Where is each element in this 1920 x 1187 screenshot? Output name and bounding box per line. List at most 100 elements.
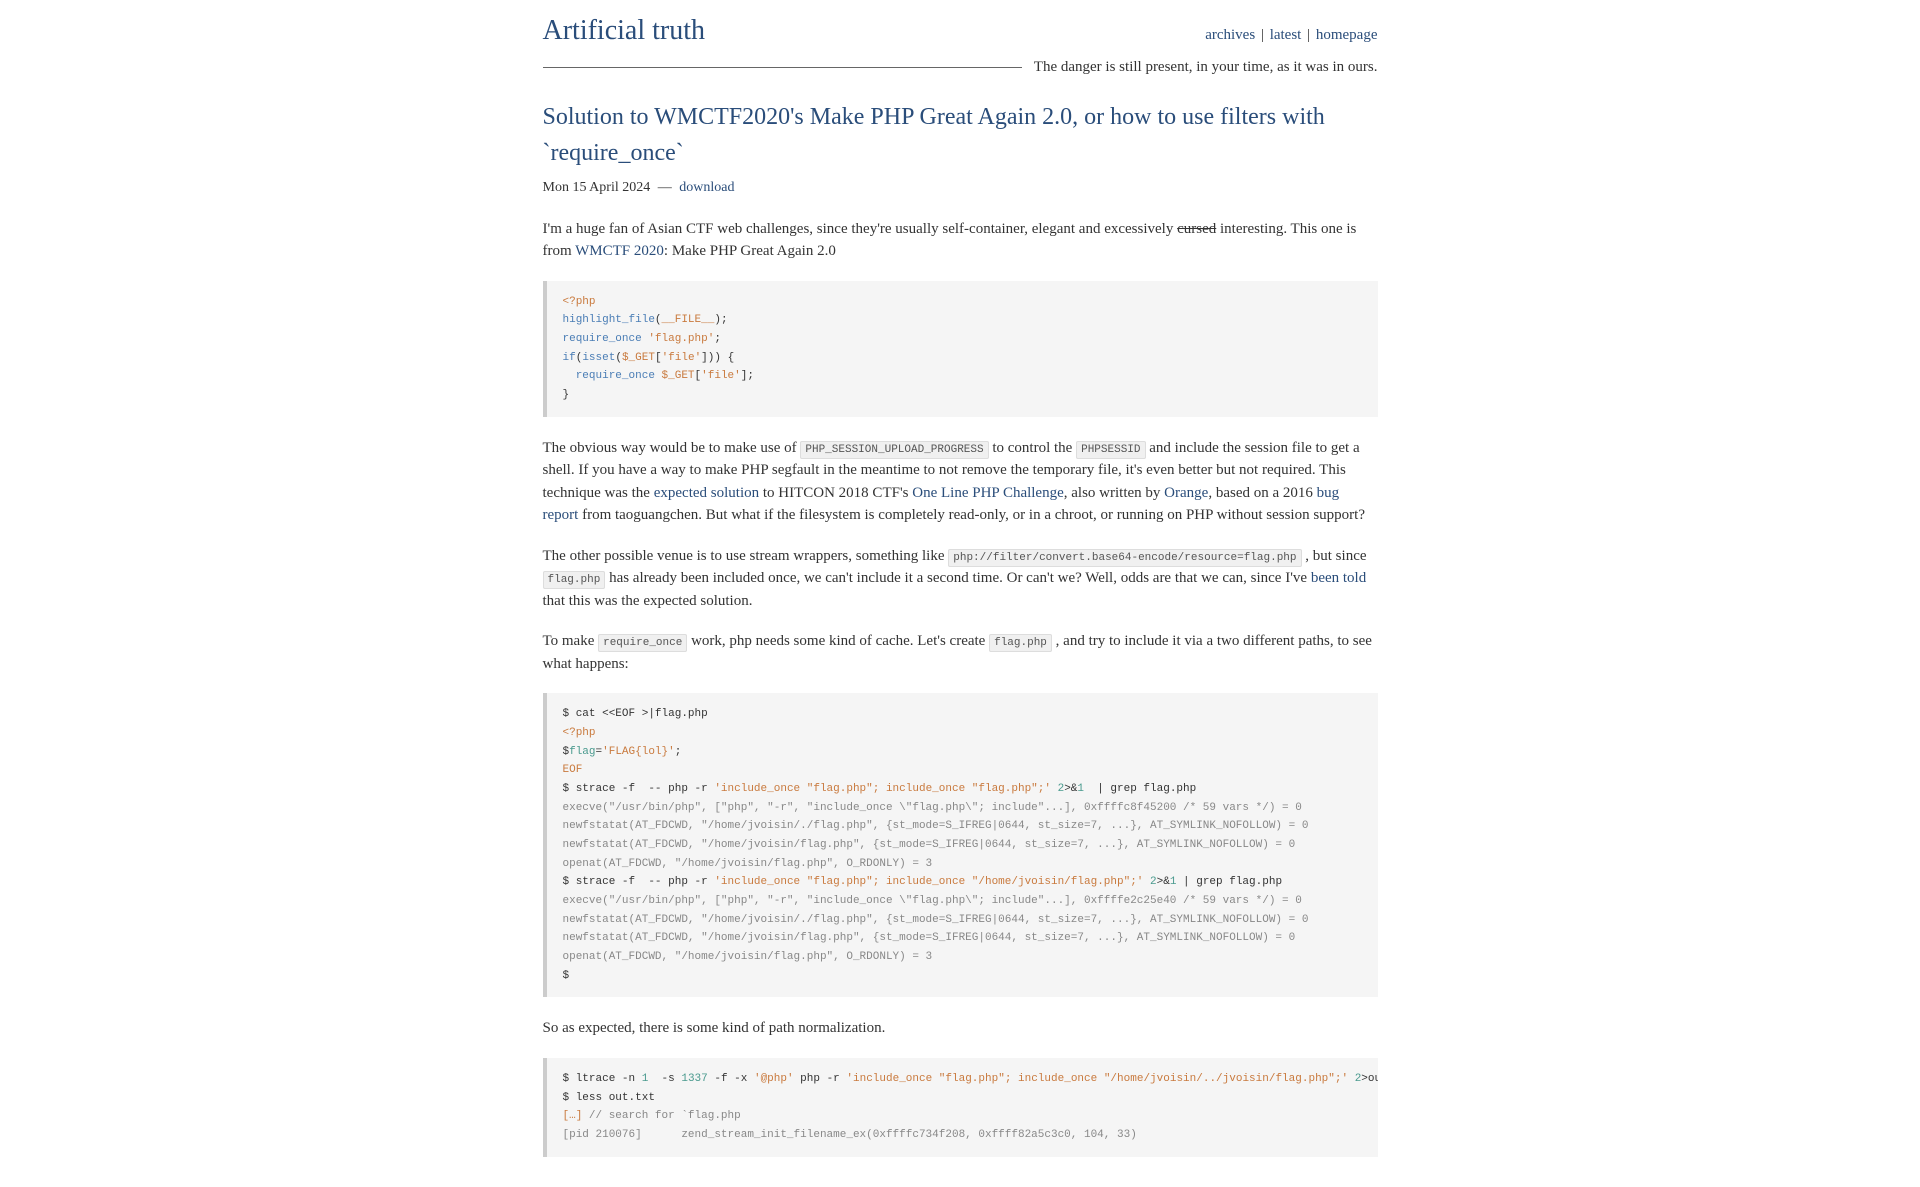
code-token: | grep flag.php	[1084, 783, 1196, 795]
code-token: ;	[714, 333, 721, 345]
code-token: ;	[675, 746, 682, 758]
text: , but since	[1302, 548, 1367, 564]
text: The obvious way would be to make use of	[543, 440, 801, 456]
code-token: >&	[1064, 783, 1077, 795]
top-nav: archives | latest | homepage	[1205, 24, 1377, 47]
code-token: $ cat <<EOF >|flag.php	[563, 708, 708, 720]
code-token: // search for `flag.php	[589, 1110, 741, 1122]
been-told-link[interactable]: been told	[1311, 570, 1366, 586]
code-token: (	[655, 314, 662, 326]
code-token: openat(AT_FDCWD, "/home/jvoisin/flag.php…	[563, 951, 933, 963]
code-token: [	[655, 352, 662, 364]
article-title[interactable]: Solution to WMCTF2020's Make PHP Great A…	[543, 99, 1378, 171]
inline-code: flag.php	[989, 634, 1052, 652]
code-token: 'FLAG{lol}'	[602, 746, 675, 758]
paragraph-normalization: So as expected, there is some kind of pa…	[543, 1017, 1378, 1040]
text: To make	[543, 633, 599, 649]
code-token: $ strace -f -- php -r	[563, 783, 715, 795]
download-link[interactable]: download	[679, 180, 734, 195]
code-block-php: <?php highlight_file(__FILE__); require_…	[543, 281, 1378, 417]
nav-sep: |	[1257, 27, 1268, 43]
paragraph-intro: I'm a huge fan of Asian CTF web challeng…	[543, 218, 1378, 263]
text: to HITCON 2018 CTF's	[759, 485, 912, 501]
code-token: 2	[1143, 876, 1156, 888]
nav-latest[interactable]: latest	[1270, 27, 1302, 43]
text: : Make PHP Great Again 2.0	[664, 243, 836, 259]
text: that this was the expected solution.	[543, 593, 753, 609]
code-token: );	[714, 314, 727, 326]
code-token: >&	[1157, 876, 1170, 888]
inline-code: PHPSESSID	[1076, 441, 1145, 459]
code-token: isset	[582, 352, 615, 364]
code-token: $ strace -f -- php -r	[563, 876, 715, 888]
code-token: […]	[563, 1110, 589, 1122]
code-token: 'file'	[662, 352, 702, 364]
text: , also written by	[1064, 485, 1164, 501]
code-token: 2	[1051, 783, 1064, 795]
code-token: require_once	[563, 333, 642, 345]
code-token: 'flag.php'	[648, 333, 714, 345]
inline-code: PHP_SESSION_UPLOAD_PROGRESS	[800, 441, 988, 459]
article-date: Mon 15 April 2024	[543, 180, 651, 195]
code-token: 'include_once "flag.php"; include_once "…	[714, 876, 1143, 888]
code-token: ])) {	[701, 352, 734, 364]
code-block-strace: $ cat <<EOF >|flag.php <?php $flag='FLAG…	[543, 693, 1378, 997]
text: The other possible venue is to use strea…	[543, 548, 949, 564]
code-token: $ less out.txt	[563, 1092, 655, 1104]
code-token: execve("/usr/bin/php", ["php", "-r", "in…	[563, 802, 1302, 814]
code-token: openat(AT_FDCWD, "/home/jvoisin/flag.php…	[563, 858, 933, 870]
expected-solution-link[interactable]: expected solution	[654, 485, 759, 501]
meta-dash: —	[654, 180, 675, 195]
code-token: -f -x	[708, 1073, 754, 1085]
code-token: <?php	[563, 296, 596, 308]
inline-code: require_once	[598, 634, 687, 652]
code-token: -s	[648, 1073, 681, 1085]
code-token: __FILE__	[662, 314, 715, 326]
code-token: highlight_file	[563, 314, 655, 326]
code-token: require_once	[563, 370, 655, 382]
text: work, php needs some kind of cache. Let'…	[687, 633, 989, 649]
code-token: newfstatat(AT_FDCWD, "/home/jvoisin/./fl…	[563, 914, 1309, 926]
code-token: newfstatat(AT_FDCWD, "/home/jvoisin/flag…	[563, 839, 1296, 851]
paragraph-cache: To make require_once work, php needs som…	[543, 630, 1378, 675]
article-meta: Mon 15 April 2024 — download	[543, 177, 1378, 198]
tagline: The danger is still present, in your tim…	[1034, 56, 1378, 79]
code-token: | grep flag.php	[1176, 876, 1282, 888]
nav-homepage[interactable]: homepage	[1316, 27, 1378, 43]
code-token: }	[563, 389, 570, 401]
text: from taoguangchen. But what if the files…	[578, 507, 1365, 523]
code-token: 'include_once "flag.php"; include_once "…	[846, 1073, 1348, 1085]
code-token: $ ltrace -n	[563, 1073, 642, 1085]
strike-text: cursed	[1177, 221, 1216, 237]
inline-code: flag.php	[543, 571, 606, 589]
code-token: 'file'	[701, 370, 741, 382]
code-token: $_GET	[662, 370, 695, 382]
one-line-php-link[interactable]: One Line PHP Challenge	[912, 485, 1064, 501]
code-token: newfstatat(AT_FDCWD, "/home/jvoisin/./fl…	[563, 820, 1309, 832]
text: , based on a 2016	[1208, 485, 1316, 501]
text: I'm a huge fan of Asian CTF web challeng…	[543, 221, 1178, 237]
nav-sep: |	[1303, 27, 1314, 43]
code-token: $_GET	[622, 352, 655, 364]
code-token: 1337	[681, 1073, 707, 1085]
code-token	[1348, 1073, 1355, 1085]
code-block-ltrace: $ ltrace -n 1 -s 1337 -f -x '@php' php -…	[543, 1058, 1378, 1157]
code-token: execve("/usr/bin/php", ["php", "-r", "in…	[563, 895, 1302, 907]
nav-archives[interactable]: archives	[1205, 27, 1255, 43]
code-token: 'include_once "flag.php"; include_once "…	[714, 783, 1051, 795]
paragraph-stream: The other possible venue is to use strea…	[543, 545, 1378, 613]
orange-link[interactable]: Orange	[1164, 485, 1208, 501]
code-token: '@php'	[754, 1073, 794, 1085]
paragraph-obvious: The obvious way would be to make use of …	[543, 437, 1378, 527]
site-title[interactable]: Artificial truth	[543, 10, 706, 52]
text: has already been included once, we can't…	[605, 570, 1311, 586]
code-token: (	[615, 352, 622, 364]
tagline-row: The danger is still present, in your tim…	[543, 56, 1378, 79]
code-token: 1	[1077, 783, 1084, 795]
wmctf-link[interactable]: WMCTF 2020	[575, 243, 664, 259]
inline-code: php://filter/convert.base64-encode/resou…	[948, 549, 1301, 567]
code-token: newfstatat(AT_FDCWD, "/home/jvoisin/flag…	[563, 932, 1296, 944]
code-token: if	[563, 352, 576, 364]
text: to control the	[989, 440, 1076, 456]
code-token: flag	[569, 746, 595, 758]
